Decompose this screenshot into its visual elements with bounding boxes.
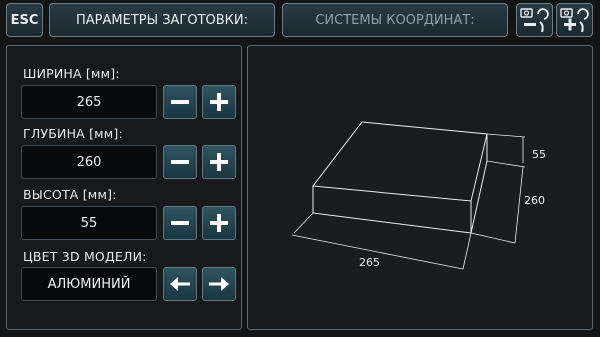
model-preview-viewport[interactable]: 265 260 55: [247, 45, 593, 330]
width-input[interactable]: 265: [21, 85, 157, 119]
box-top-face: [312, 121, 488, 202]
workpiece-params-button[interactable]: ПАРАМЕТРЫ ЗАГОТОВКИ:: [49, 3, 275, 37]
depth-increase-button[interactable]: [202, 145, 236, 179]
height-input[interactable]: 55: [21, 206, 157, 240]
esc-button[interactable]: ESC: [6, 3, 43, 37]
minus-icon: [171, 160, 189, 164]
workpiece-wireframe: 265 260 55: [291, 121, 546, 270]
zoom-out-button[interactable]: [516, 3, 553, 37]
minus-icon: [171, 100, 189, 104]
arrow-right-icon: [209, 277, 229, 291]
coordinate-systems-button[interactable]: СИСТЕМЫ КООРДИНАТ:: [282, 3, 508, 37]
zoom-in-button[interactable]: [556, 3, 593, 37]
dim-extension: [470, 232, 516, 244]
camera-zoom-out-icon: [520, 8, 549, 33]
box-edge: [312, 212, 472, 234]
plus-icon: [210, 93, 228, 111]
width-label: ШИРИНА [мм]:: [23, 66, 120, 81]
depth-dimension-line: [514, 166, 524, 244]
plus-icon: [210, 214, 228, 232]
camera-zoom-in-icon: [560, 8, 589, 33]
height-increase-button[interactable]: [202, 206, 236, 240]
depth-dimension-label: 260: [524, 194, 545, 207]
material-value[interactable]: АЛЮМИНИЙ: [21, 267, 157, 301]
height-label: ВЫСОТА [мм]:: [23, 187, 117, 202]
depth-label: ГЛУБИНА [мм]:: [23, 126, 123, 141]
minus-icon: [171, 221, 189, 225]
height-decrease-button[interactable]: [163, 206, 197, 240]
plus-icon: [210, 153, 228, 171]
box-edge: [470, 160, 488, 234]
material-next-button[interactable]: [202, 267, 236, 301]
dim-extension: [462, 232, 472, 270]
width-decrease-button[interactable]: [163, 85, 197, 119]
arrow-left-icon: [170, 277, 190, 291]
depth-input[interactable]: 260: [21, 145, 157, 179]
depth-decrease-button[interactable]: [163, 145, 197, 179]
dim-extension: [293, 212, 314, 234]
parameters-panel: ШИРИНА [мм]: 265 ГЛУБИНА [мм]: 260 ВЫСОТ…: [6, 45, 242, 330]
dim-extension: [486, 133, 526, 138]
dim-extension: [486, 160, 526, 168]
width-dimension-label: 265: [359, 256, 380, 269]
height-dimension-label: 55: [532, 148, 546, 161]
material-prev-button[interactable]: [163, 267, 197, 301]
material-label: ЦВЕТ 3D МОДЕЛИ:: [23, 249, 147, 264]
width-increase-button[interactable]: [202, 85, 236, 119]
